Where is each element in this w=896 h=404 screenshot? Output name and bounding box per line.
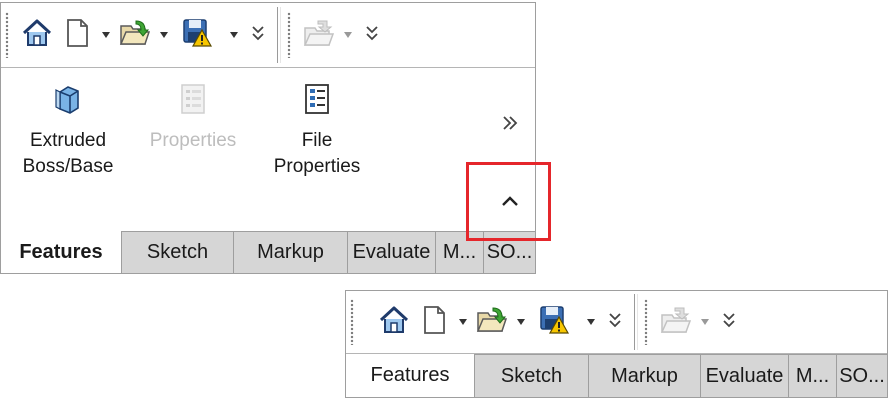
open-button[interactable]: [472, 300, 512, 344]
toolbar-grip[interactable]: [350, 299, 354, 345]
save-warning-icon: [538, 304, 570, 341]
open-dropdown-arrow[interactable]: [155, 13, 173, 57]
toolbar-grip[interactable]: [644, 299, 648, 345]
double-chevron-right-icon: [501, 115, 519, 136]
disabled-folder-icon: [660, 304, 692, 341]
properties-icon: [177, 82, 209, 128]
dropdown-arrow-icon: [516, 313, 526, 331]
save-dropdown-arrow[interactable]: [225, 13, 243, 57]
toolbar-separator: [634, 294, 638, 350]
new-document-icon: [418, 304, 450, 341]
file-properties-icon: [301, 82, 333, 128]
dropdown-arrow-icon: [101, 26, 111, 44]
tab-strip: Features Sketch Markup Evaluate M... SO.…: [1, 231, 535, 273]
tab-sketch[interactable]: Sketch: [474, 354, 588, 397]
toolbar-separator: [277, 7, 281, 63]
dropdown-arrow-icon: [458, 313, 468, 331]
new-document-icon: [61, 17, 93, 54]
tab-features[interactable]: Features: [1, 231, 121, 273]
dropdown-arrow-icon: [343, 26, 353, 44]
command-manager-expanded: Extruded Boss/Base Properties File Prope…: [0, 2, 536, 274]
toolbar-grip[interactable]: [287, 12, 291, 58]
tab-evaluate[interactable]: Evaluate: [700, 354, 788, 397]
dropdown-arrow-icon: [586, 313, 596, 331]
disabled-folder-icon: [303, 17, 335, 54]
command-manager-collapsed: Features Sketch Markup Evaluate M... SO.…: [345, 290, 888, 398]
collapse-button-highlight: [466, 162, 551, 241]
file-properties-button[interactable]: File Properties: [257, 82, 377, 180]
open-dropdown-arrow[interactable]: [512, 300, 530, 344]
tab-sketch[interactable]: Sketch: [121, 231, 233, 273]
toolbar-overflow-button[interactable]: [714, 300, 744, 344]
quick-access-toolbar: [346, 291, 887, 354]
double-chevron-down-icon: [608, 312, 622, 333]
toolbar-grip[interactable]: [5, 12, 9, 58]
tab-strip: Features Sketch Markup Evaluate M... SO.…: [346, 354, 887, 397]
open-button[interactable]: [115, 13, 155, 57]
dropdown-arrow-icon: [159, 26, 169, 44]
extruded-boss-base-button[interactable]: Extruded Boss/Base: [9, 82, 127, 180]
open-folder-icon: [119, 17, 151, 54]
new-dropdown-arrow[interactable]: [97, 13, 115, 57]
save-dropdown-arrow[interactable]: [582, 300, 600, 344]
double-chevron-down-icon: [251, 25, 265, 46]
quick-access-toolbar: [1, 3, 535, 68]
double-chevron-down-icon: [365, 25, 379, 46]
new-document-button[interactable]: [57, 13, 97, 57]
tab-markup[interactable]: Markup: [588, 354, 700, 397]
save-warning-icon: [181, 17, 213, 54]
command-label: File: [301, 130, 333, 151]
home-button[interactable]: [17, 13, 57, 57]
tab-truncated-so[interactable]: SO...: [836, 354, 887, 397]
tab-evaluate[interactable]: Evaluate: [347, 231, 435, 273]
new-document-button[interactable]: [414, 300, 454, 344]
command-label: Extruded: [29, 130, 107, 151]
home-icon: [378, 304, 410, 341]
tab-markup[interactable]: Markup: [233, 231, 347, 273]
toolbar-overflow-button[interactable]: [243, 13, 273, 57]
command-area: Extruded Boss/Base Properties File Prope…: [1, 68, 535, 232]
home-icon: [21, 17, 53, 54]
toolbar-overflow-button[interactable]: [600, 300, 630, 344]
command-label: Boss/Base: [22, 156, 114, 177]
disabled-dropdown-arrow[interactable]: [696, 300, 714, 344]
disabled-folder-button[interactable]: [656, 300, 696, 344]
dropdown-arrow-icon: [229, 26, 239, 44]
dropdown-arrow-icon: [700, 313, 710, 331]
save-button[interactable]: [534, 300, 574, 344]
toolbar-overflow-button[interactable]: [357, 13, 387, 57]
command-label: Properties: [273, 156, 361, 177]
double-chevron-down-icon: [722, 312, 736, 333]
tab-truncated-m[interactable]: M...: [788, 354, 836, 397]
extrude-icon: [52, 82, 84, 128]
save-button[interactable]: [177, 13, 217, 57]
disabled-dropdown-arrow[interactable]: [339, 13, 357, 57]
new-dropdown-arrow[interactable]: [454, 300, 472, 344]
more-commands-button[interactable]: [493, 108, 527, 142]
open-folder-icon: [476, 304, 508, 341]
command-label: Properties: [149, 130, 237, 151]
disabled-folder-button[interactable]: [299, 13, 339, 57]
properties-button[interactable]: Properties: [135, 82, 251, 154]
tab-features[interactable]: Features: [346, 354, 474, 397]
home-button[interactable]: [374, 300, 414, 344]
